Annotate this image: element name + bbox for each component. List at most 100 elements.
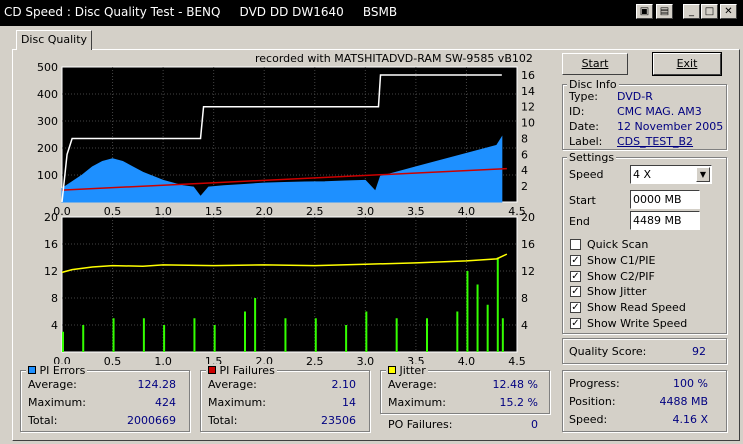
start-button[interactable]: Start	[562, 53, 628, 75]
y2-tick-label: 12	[521, 265, 535, 278]
option-label: Show C1/PIE	[587, 253, 656, 267]
y-tick-label: 200	[37, 142, 58, 155]
pi-failures-bar	[426, 318, 428, 352]
pi-failures-swatch	[208, 366, 216, 374]
quality-score-label: Quality Score:	[569, 345, 647, 358]
option-checkbox[interactable]: ✓	[570, 254, 581, 266]
option-label: Show Read Speed	[587, 301, 686, 315]
option-checkbox[interactable]: ✓	[570, 286, 581, 298]
maximize-button[interactable]: □	[701, 4, 718, 19]
quality-score-value: 92	[692, 345, 706, 358]
progress-label: Progress:	[569, 377, 620, 390]
x-tick-label: 1.0	[154, 355, 172, 368]
pi-failures-bar	[244, 311, 246, 352]
y2-tick-label: 4	[521, 164, 528, 177]
speed-select[interactable]: 4 X ▼	[630, 165, 712, 184]
x-tick-label: 3.0	[357, 205, 375, 218]
label-label: Label:	[569, 135, 603, 148]
x-tick-label: 2.0	[255, 205, 273, 218]
jitter-maximum: 15.2 %	[499, 396, 538, 409]
id-label: ID:	[569, 105, 585, 118]
x-tick-label: 1.0	[154, 205, 172, 218]
pi-failures-total: 23506	[321, 414, 356, 427]
option-checkbox[interactable]: ✓	[570, 302, 581, 314]
option-label: Show Jitter	[587, 285, 647, 299]
pi-failures-maximum-label: Maximum:	[208, 396, 266, 409]
option-label: Quick Scan	[587, 238, 649, 251]
jitter-average-label: Average:	[388, 378, 437, 391]
start-label: Start	[569, 194, 596, 207]
pi-failures-average-label: Average:	[208, 378, 257, 391]
option-checkbox[interactable]: ✓	[570, 318, 581, 329]
end-input[interactable]: 4489 MB	[630, 211, 700, 230]
pi-errors-total-label: Total:	[28, 414, 58, 427]
chevron-down-icon[interactable]: ▼	[696, 167, 710, 182]
pi-failures-bar	[254, 298, 257, 352]
option-checkbox[interactable]: ✓	[570, 270, 581, 282]
pi-failures-bar	[496, 257, 499, 352]
disc-date: 12 November 2005	[617, 120, 724, 133]
y-tick-label: 16	[44, 238, 58, 251]
jitter-average: 12.48 %	[492, 378, 538, 391]
title-bar: CD Speed : Disc Quality Test - BENQ DVD …	[0, 0, 743, 26]
pi-failures-bar	[466, 271, 469, 352]
x-tick-label: 4.0	[458, 355, 476, 368]
option-checkbox[interactable]	[570, 239, 581, 250]
speed-label: Speed	[569, 168, 604, 181]
disc-type: DVD-R	[617, 90, 653, 103]
po-failures-label: PO Failures:	[388, 418, 453, 431]
y2-tick-label: 4	[521, 319, 528, 332]
jitter-heading-box: Jitter	[386, 364, 428, 377]
start-input[interactable]: 0000 MB	[630, 190, 700, 209]
pi-failures-bar	[314, 318, 317, 352]
option-label: Show Write Speed	[587, 317, 688, 330]
window-title: CD Speed : Disc Quality Test - BENQ DVD …	[4, 5, 398, 19]
y-tick-label: 20	[44, 211, 58, 224]
position-value: 4488 MB	[659, 395, 708, 408]
option-label: Show C2/PIF	[587, 269, 655, 283]
y2-tick-label: 20	[521, 211, 535, 224]
exit-button[interactable]: Exit	[652, 52, 722, 76]
y-tick-label: 500	[37, 61, 58, 74]
position-label: Position:	[569, 395, 616, 408]
disc-id: CMC MAG. AM3	[617, 105, 702, 118]
pi-failures-bar	[486, 304, 489, 352]
close-button[interactable]: ✕	[720, 4, 737, 19]
pi-failures-bar	[112, 318, 115, 352]
y-tick-label: 12	[44, 265, 58, 278]
pi-failures-bar	[395, 318, 398, 352]
pi-failures-bar	[456, 311, 459, 352]
pi-failures-bar	[82, 325, 85, 352]
jitter-heading: Jitter	[399, 364, 426, 377]
y2-tick-label: 10	[521, 117, 535, 130]
y2-tick-label: 16	[521, 69, 535, 82]
pi-errors-average: 124.28	[137, 378, 177, 391]
x-tick-label: 4.0	[458, 205, 476, 218]
pi-failures-bar	[142, 318, 145, 352]
minimize-button[interactable]: _	[683, 4, 700, 19]
x-tick-label: 0.5	[104, 355, 122, 368]
speed-readout-label: Speed:	[569, 413, 608, 426]
pi-failures-bar	[501, 318, 504, 352]
x-tick-label: 0.5	[104, 205, 122, 218]
settings-heading: Settings	[567, 151, 617, 164]
speed-select-value: 4 X	[633, 168, 652, 181]
cd-speed-window: { "window": { "title": "CD Speed : Disc …	[0, 0, 743, 444]
pi-failures-maximum: 14	[342, 396, 356, 409]
pi-failures-bar	[345, 325, 348, 352]
tab-disc-quality[interactable]: Disc Quality	[16, 30, 92, 50]
save-icon[interactable]: ▣	[636, 4, 653, 19]
disc-label: CDS_TEST_B2	[617, 135, 694, 148]
disc-quality-charts: 0.00.00.50.51.01.01.51.52.02.02.52.53.03…	[37, 61, 535, 368]
type-label: Type:	[569, 90, 598, 103]
copy-icon[interactable]: ▤	[656, 4, 673, 19]
pi-failures-heading-box: PI Failures	[206, 364, 277, 377]
pi-errors-heading-box: PI Errors	[26, 364, 88, 377]
po-failures-value: 0	[531, 418, 538, 431]
x-tick-label: 3.0	[357, 355, 375, 368]
y2-tick-label: 14	[521, 85, 535, 98]
date-label: Date:	[569, 120, 599, 133]
y-tick-label: 300	[37, 115, 58, 128]
pi-failures-average: 2.10	[331, 378, 357, 391]
pi-failures-bar	[284, 318, 287, 352]
